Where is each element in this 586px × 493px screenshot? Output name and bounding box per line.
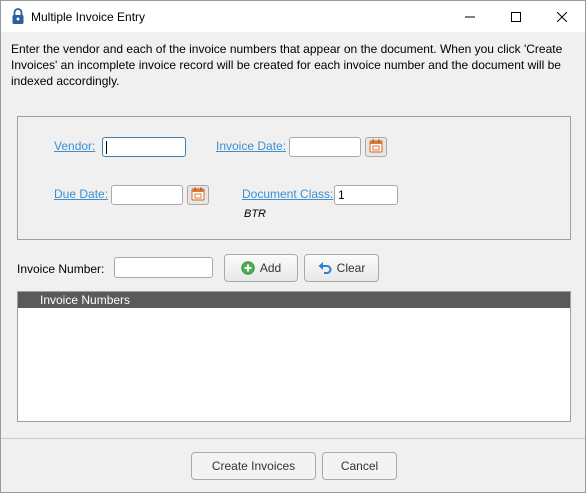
invoice-number-input[interactable] [114, 257, 213, 278]
due-date-input[interactable] [111, 185, 183, 205]
plus-circle-icon [241, 261, 255, 275]
undo-icon [318, 261, 332, 275]
document-class-input[interactable]: 1 [334, 185, 398, 205]
footer-divider [1, 438, 585, 439]
lock-icon [11, 8, 25, 25]
window-title: Multiple Invoice Entry [31, 10, 146, 24]
multiple-invoice-entry-window: Multiple Invoice Entry Enter the vendor … [0, 0, 586, 493]
close-icon [557, 11, 567, 22]
minimize-button[interactable] [447, 1, 493, 32]
document-class-link[interactable]: Document Class: [242, 187, 333, 201]
instructions-text: Enter the vendor and each of the invoice… [11, 42, 563, 88]
text-caret [106, 141, 107, 154]
invoice-header-panel: Vendor: Invoice Date: Due Date: Document… [17, 116, 571, 240]
invoice-date-calendar-button[interactable] [365, 137, 387, 157]
minimize-icon [465, 16, 475, 17]
invoice-date-link[interactable]: Invoice Date: [216, 139, 286, 153]
vendor-link[interactable]: Vendor: [54, 139, 95, 153]
add-button-label: Add [259, 261, 282, 275]
title-bar: Multiple Invoice Entry [1, 1, 585, 32]
vendor-input[interactable] [102, 137, 186, 157]
maximize-icon [511, 11, 521, 22]
invoice-date-input[interactable] [289, 137, 361, 157]
invoice-numbers-list[interactable]: Invoice Numbers [17, 291, 571, 422]
due-date-calendar-button[interactable] [187, 185, 209, 205]
cancel-button[interactable]: Cancel [322, 452, 397, 480]
clear-button-label: Clear [336, 261, 366, 275]
create-invoices-label: Create Invoices [211, 459, 296, 473]
create-invoices-button[interactable]: Create Invoices [191, 452, 316, 480]
calendar-icon [191, 187, 205, 204]
calendar-icon [369, 139, 383, 156]
clear-button[interactable]: Clear [304, 254, 379, 282]
due-date-link[interactable]: Due Date: [54, 187, 108, 201]
document-class-description: BTR [244, 208, 266, 220]
list-column-header[interactable]: Invoice Numbers [18, 292, 570, 308]
maximize-button[interactable] [493, 1, 539, 32]
invoice-number-label: Invoice Number: [17, 262, 105, 276]
close-button[interactable] [539, 1, 585, 32]
add-button[interactable]: Add [224, 254, 298, 282]
cancel-label: Cancel [340, 459, 379, 473]
